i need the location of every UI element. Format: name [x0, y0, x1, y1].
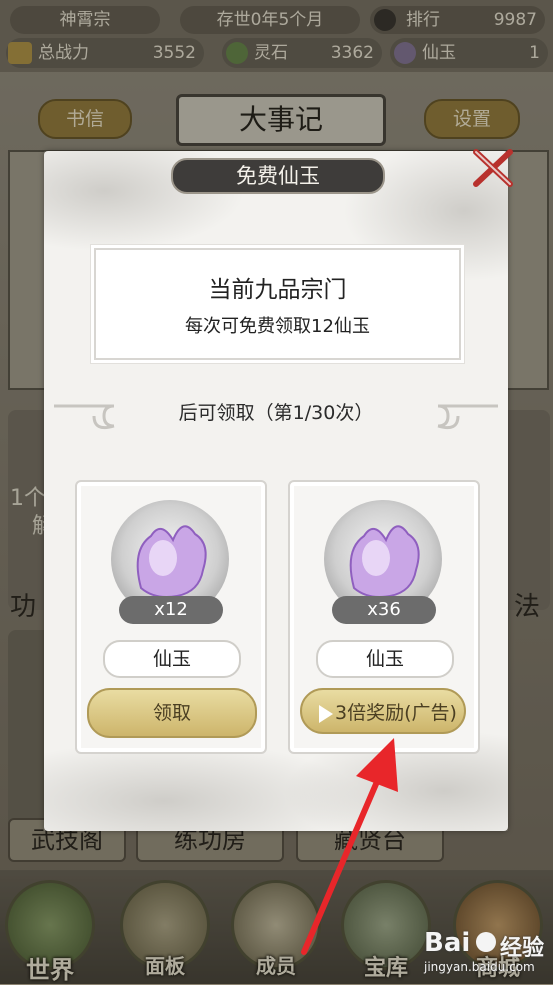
watermark-url: jingyan.baidu.com — [424, 960, 535, 974]
sect-rank-title: 当前九品宗门 — [208, 277, 347, 303]
reward-name: 仙玉 — [316, 640, 454, 678]
close-icon — [473, 149, 513, 187]
reward-card-ad: x36 仙玉 3倍奖励(广告) — [288, 480, 480, 754]
annotation-arrow — [301, 738, 398, 955]
close-button[interactable] — [470, 146, 516, 190]
claim-count-text: 后可领取（第1/30次） — [178, 402, 374, 424]
baidu-watermark: Bai 经验 jingyan.baidu.com — [418, 924, 548, 982]
watermark-brand: Bai — [424, 928, 471, 958]
claim-button[interactable]: 领取 — [87, 688, 257, 738]
triple-reward-ad-button[interactable]: 3倍奖励(广告) — [300, 688, 466, 734]
sect-info-box: 当前九品宗门 每次可免费领取12仙玉 — [94, 248, 461, 360]
play-icon — [319, 704, 334, 723]
reward-count: x12 — [119, 596, 223, 624]
paw-icon — [476, 932, 496, 952]
triple-reward-label: 3倍奖励(广告) — [335, 702, 457, 724]
reward-count: x36 — [332, 596, 436, 624]
watermark-brand2: 经验 — [500, 936, 545, 961]
dialog-title: 免费仙玉 — [171, 158, 385, 194]
free-claim-description: 每次可免费领取12仙玉 — [185, 316, 370, 337]
claim-count-banner: 后可领取（第1/30次） — [54, 392, 498, 438]
reward-card-free: x12 仙玉 领取 — [75, 480, 267, 754]
reward-name: 仙玉 — [103, 640, 241, 678]
